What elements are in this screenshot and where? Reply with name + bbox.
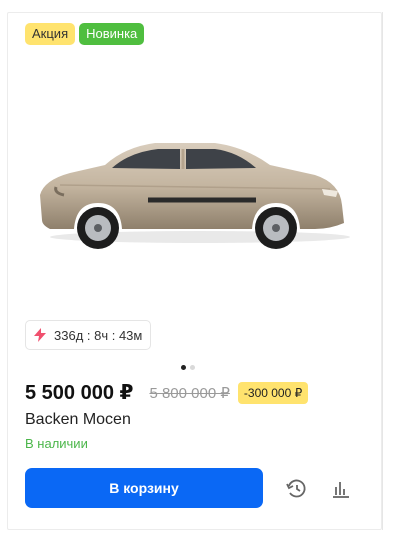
product-card[interactable] — [7, 12, 382, 530]
product-title[interactable]: Backen Mocen — [25, 411, 131, 429]
promo-timer: 336д : 8ч : 43м — [25, 320, 152, 350]
availability-status: В наличии — [25, 436, 88, 451]
new-badge: Новинка — [79, 23, 145, 45]
add-to-cart-button[interactable]: В корзину — [25, 468, 263, 508]
divider — [382, 12, 383, 530]
current-price: 5 500 000 ₽ — [25, 382, 134, 404]
old-price: 5 800 000 ₽ — [149, 384, 230, 402]
discount-badge: -300 000 ₽ — [237, 381, 309, 404]
history-icon[interactable] — [285, 478, 307, 500]
gallery-dots[interactable] — [181, 365, 195, 370]
sale-badge: Акция — [25, 23, 76, 45]
product-image[interactable] — [30, 125, 350, 255]
gallery-dot-2[interactable] — [190, 365, 195, 370]
price-row: 5 500 000 ₽ 5 800 000 ₽ -300 000 ₽ — [25, 380, 309, 405]
lightning-icon — [34, 328, 46, 342]
badge-group: Акция Новинка — [25, 23, 145, 45]
timer-text: 336д : 8ч : 43м — [54, 327, 143, 343]
compare-chart-icon[interactable] — [330, 478, 352, 500]
gallery-dot-1[interactable] — [181, 365, 186, 370]
